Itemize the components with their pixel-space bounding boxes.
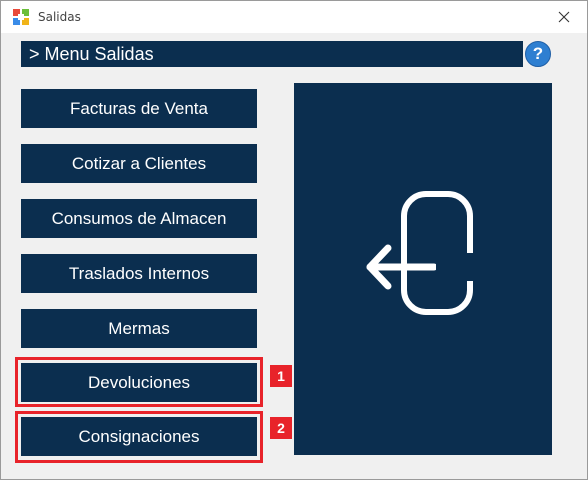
facturas-de-venta-button[interactable]: Facturas de Venta bbox=[21, 89, 257, 128]
traslados-internos-button[interactable]: Traslados Internos bbox=[21, 254, 257, 293]
consignaciones-button[interactable]: Consignaciones bbox=[21, 417, 257, 456]
mermas-button[interactable]: Mermas bbox=[21, 309, 257, 348]
devoluciones-button[interactable]: Devoluciones bbox=[21, 363, 257, 402]
help-button[interactable]: ? bbox=[525, 41, 551, 67]
annotation-badge-2: 2 bbox=[270, 417, 292, 439]
app-icon bbox=[13, 9, 29, 25]
exit-arrow-icon bbox=[366, 191, 480, 315]
exit-panel[interactable] bbox=[294, 83, 552, 455]
salidas-window: Salidas > Menu Salidas ? Facturas de Ven… bbox=[0, 0, 588, 480]
window-title: Salidas bbox=[38, 10, 81, 24]
menu-header: > Menu Salidas bbox=[21, 41, 523, 67]
close-button[interactable] bbox=[541, 1, 587, 33]
cotizar-a-clientes-button[interactable]: Cotizar a Clientes bbox=[21, 144, 257, 183]
menu-content: > Menu Salidas ? Facturas de Venta Cotiz… bbox=[9, 33, 579, 471]
title-bar: Salidas bbox=[1, 1, 587, 33]
close-icon bbox=[558, 11, 570, 23]
consumos-de-almacen-button[interactable]: Consumos de Almacen bbox=[21, 199, 257, 238]
annotation-badge-1: 1 bbox=[270, 365, 292, 387]
